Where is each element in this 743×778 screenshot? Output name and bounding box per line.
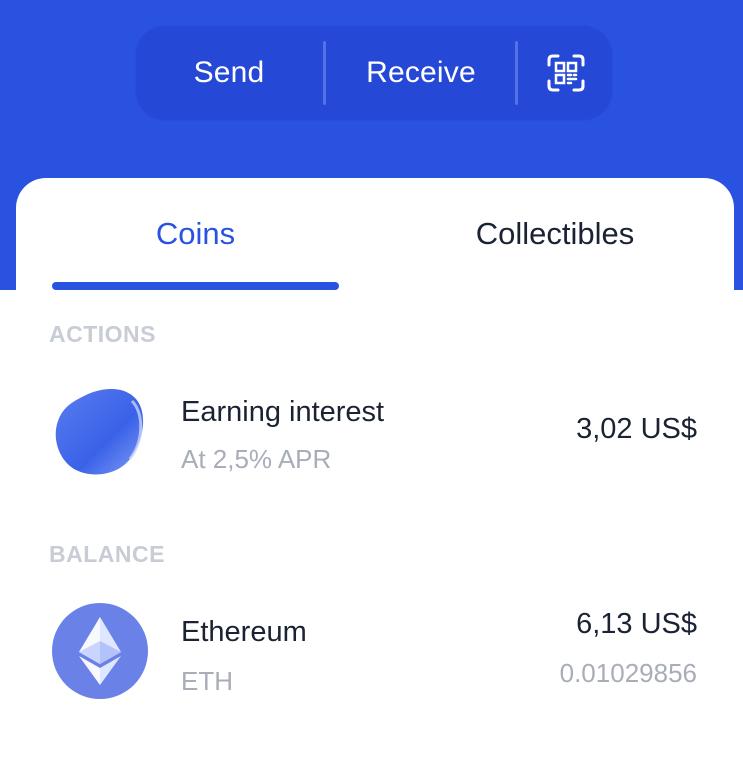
list-item-earning-interest[interactable]: Earning interest At 2,5% APR 3,02 US$	[16, 378, 734, 488]
ethereum-symbol: ETH	[181, 666, 233, 696]
tab-coins[interactable]: Coins	[52, 208, 339, 260]
section-label-balance: BALANCE	[49, 541, 165, 567]
earning-blob-icon	[52, 383, 148, 479]
receive-label: Receive	[366, 56, 476, 89]
tab-collectibles[interactable]: Collectibles	[376, 208, 734, 260]
content-card: Coins Collectibles ACTIONS Earning inter…	[16, 178, 734, 778]
divider	[515, 41, 518, 105]
ethereum-token-amount: 0.01029856	[559, 658, 697, 688]
send-label: Send	[193, 56, 265, 89]
divider	[323, 41, 326, 105]
send-button[interactable]: Send	[135, 25, 323, 121]
active-tab-indicator	[52, 282, 339, 290]
qr-scan-button[interactable]	[519, 25, 613, 121]
tab-collectibles-label: Collectibles	[475, 216, 635, 251]
earning-title: Earning interest	[181, 396, 385, 428]
earning-subtitle: At 2,5% APR	[181, 444, 332, 474]
ethereum-title: Ethereum	[181, 616, 307, 648]
tab-coins-label: Coins	[155, 216, 236, 251]
receive-button[interactable]: Receive	[327, 25, 515, 121]
earning-amount: 3,02 US$	[576, 413, 697, 445]
qr-code-scan-icon	[547, 54, 585, 92]
action-bar: Send Receive	[135, 25, 613, 121]
section-label-actions: ACTIONS	[49, 321, 156, 347]
ethereum-fiat-amount: 6,13 US$	[576, 608, 697, 640]
ethereum-icon	[52, 603, 148, 699]
list-item-ethereum[interactable]: Ethereum ETH 6,13 US$ 0.01029856	[16, 598, 734, 708]
